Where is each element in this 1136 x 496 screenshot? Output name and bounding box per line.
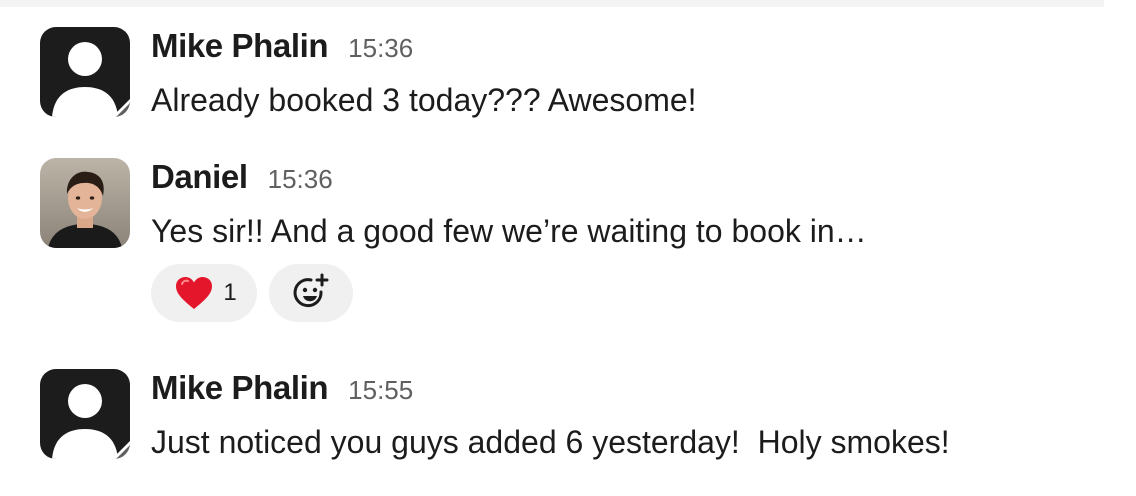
avatar[interactable] [40,158,130,248]
reaction-heart[interactable]: 1 [151,264,257,322]
timestamp[interactable]: 15:36 [348,33,413,64]
profile-photo [40,158,130,248]
timestamp[interactable]: 15:36 [268,164,333,195]
avatar[interactable] [40,27,130,117]
reaction-count: 1 [223,279,237,306]
reactions-bar: 1 [151,264,867,322]
top-divider [0,0,1104,7]
add-reaction-icon [293,273,329,308]
message-text: Already booked 3 today??? Awesome! [151,82,697,118]
message-text: Yes sir!! And a good few we’re waiting t… [151,213,867,249]
add-reaction-button[interactable] [269,264,353,322]
heart-icon [176,277,213,309]
avatar[interactable] [40,369,130,459]
author-name[interactable]: Mike Phalin [151,27,329,65]
timestamp[interactable]: 15:55 [348,375,413,406]
message-item: Mike Phalin 15:36 Already booked 3 today… [40,27,1120,127]
message-item: Daniel 15:36 Yes sir!! And a good few we… [40,158,1120,333]
message-item: Mike Phalin 15:55 Just noticed you guys … [40,369,1120,469]
default-user-icon [40,369,130,459]
message-text: Just noticed you guys added 6 yesterday!… [151,424,950,460]
author-name[interactable]: Mike Phalin [151,369,329,407]
default-user-icon [40,27,130,117]
author-name[interactable]: Daniel [151,158,248,196]
